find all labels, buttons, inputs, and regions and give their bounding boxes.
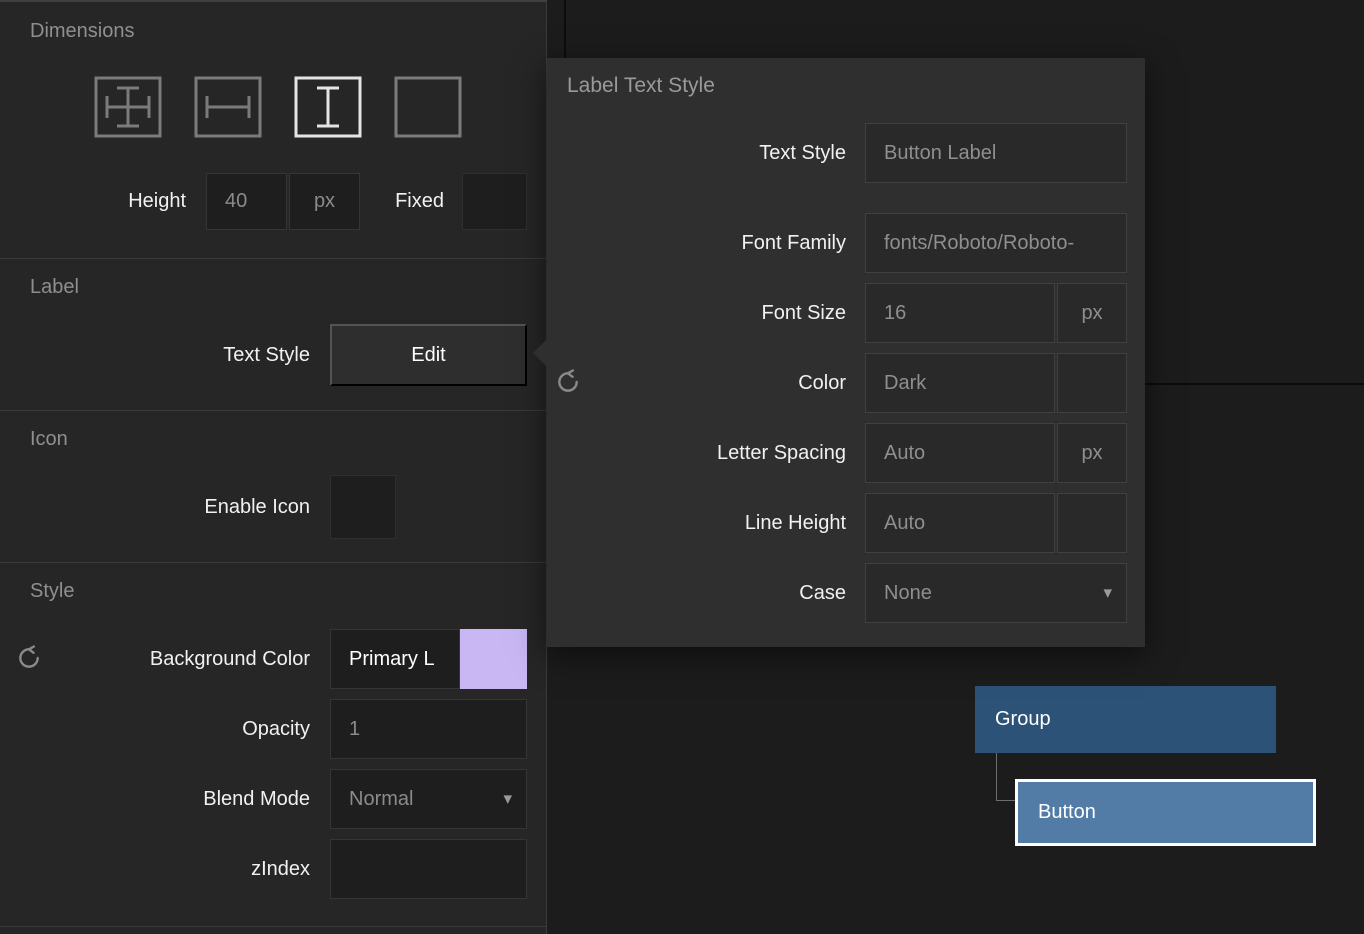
canvas-button-node[interactable]: Button: [1015, 779, 1316, 846]
zindex-input[interactable]: [330, 839, 527, 899]
popover-font-family-input[interactable]: fonts/Roboto/Roboto-: [865, 213, 1127, 273]
line-height-value: Auto: [884, 512, 925, 535]
properties-panel: Dimensions Height 40: [0, 0, 547, 934]
popover-color-label: Color: [547, 353, 846, 413]
style-section-header: Style: [30, 580, 74, 603]
popover-font-family-label: Font Family: [547, 213, 846, 273]
icon-section-header: Icon: [30, 428, 68, 451]
button-node-label: Button: [1038, 801, 1096, 824]
blend-mode-label: Blend Mode: [120, 769, 310, 829]
zindex-label: zIndex: [120, 839, 310, 899]
fixed-checkbox[interactable]: [462, 173, 527, 230]
canvas-group-node[interactable]: Group: [975, 686, 1276, 753]
font-family-value: fonts/Roboto/Roboto-: [884, 232, 1074, 255]
size-both-icon: [94, 76, 162, 138]
size-height-icon: [294, 76, 362, 138]
section-divider: [0, 926, 546, 927]
label-text-style-popover: Label Text Style Text Style Button Label…: [547, 58, 1145, 647]
size-none-icon: [394, 76, 462, 138]
enable-icon-checkbox[interactable]: [330, 475, 396, 539]
popover-font-size-input[interactable]: 16: [865, 283, 1055, 343]
label-section-header: Label: [30, 276, 79, 299]
section-divider: [0, 258, 546, 259]
section-divider: [0, 562, 546, 563]
size-width-icon: [194, 76, 262, 138]
node-connector-line: [996, 753, 1015, 801]
text-style-edit-button[interactable]: Edit: [330, 324, 527, 386]
background-color-swatch[interactable]: [460, 629, 527, 689]
section-divider: [0, 410, 546, 411]
popover-letter-spacing-input[interactable]: Auto: [865, 423, 1055, 483]
blend-mode-select[interactable]: Normal ▾: [330, 769, 527, 829]
popover-line-height-label: Line Height: [547, 493, 846, 553]
fixed-label: Fixed: [344, 173, 444, 230]
group-node-label: Group: [995, 708, 1051, 731]
case-value: None: [884, 582, 932, 605]
enable-icon-label: Enable Icon: [100, 475, 310, 539]
font-size-value: 16: [884, 302, 906, 325]
opacity-value: 1: [349, 718, 360, 741]
app-window: Group Button Dimensions: [0, 0, 1364, 934]
background-color-button[interactable]: Primary L: [330, 629, 460, 689]
popover-letter-spacing-label: Letter Spacing: [547, 423, 846, 483]
size-mode-height-button[interactable]: [294, 76, 362, 138]
height-label: Height: [60, 173, 186, 230]
size-mode-width-height-button[interactable]: [94, 76, 162, 138]
chevron-down-icon: ▾: [1103, 583, 1112, 603]
background-color-value: Primary L: [349, 648, 435, 671]
popover-title: Label Text Style: [567, 74, 715, 98]
size-mode-none-button[interactable]: [394, 76, 462, 138]
popover-color-input[interactable]: Dark: [865, 353, 1055, 413]
line-height-unit: [1057, 493, 1127, 553]
popover-case-select[interactable]: None ▾: [865, 563, 1127, 623]
size-mode-width-button[interactable]: [194, 76, 262, 138]
height-unit-label: px: [314, 190, 335, 213]
opacity-input[interactable]: 1: [330, 699, 527, 759]
height-input[interactable]: 40: [206, 173, 287, 230]
opacity-label: Opacity: [120, 699, 310, 759]
dimensions-section-header: Dimensions: [30, 20, 134, 43]
letter-spacing-value: Auto: [884, 442, 925, 465]
blend-mode-value: Normal: [349, 788, 413, 811]
text-style-value: Button Label: [884, 142, 996, 165]
letter-spacing-unit: px: [1057, 423, 1127, 483]
popover-font-size-label: Font Size: [547, 283, 846, 343]
popover-case-label: Case: [547, 563, 846, 623]
text-style-label: Text Style: [120, 324, 310, 386]
popover-line-height-input[interactable]: Auto: [865, 493, 1055, 553]
letter-spacing-unit-label: px: [1081, 442, 1102, 465]
height-value: 40: [225, 190, 247, 213]
chevron-down-icon: ▾: [503, 789, 512, 809]
popover-arrow: [533, 339, 547, 367]
color-value: Dark: [884, 372, 926, 395]
font-size-unit: px: [1057, 283, 1127, 343]
color-unit: [1057, 353, 1127, 413]
font-size-unit-label: px: [1081, 302, 1102, 325]
background-color-label: Background Color: [60, 629, 310, 689]
reset-style-icon[interactable]: [16, 645, 42, 671]
popover-text-style-label: Text Style: [547, 123, 846, 183]
popover-text-style-input[interactable]: Button Label: [865, 123, 1127, 183]
